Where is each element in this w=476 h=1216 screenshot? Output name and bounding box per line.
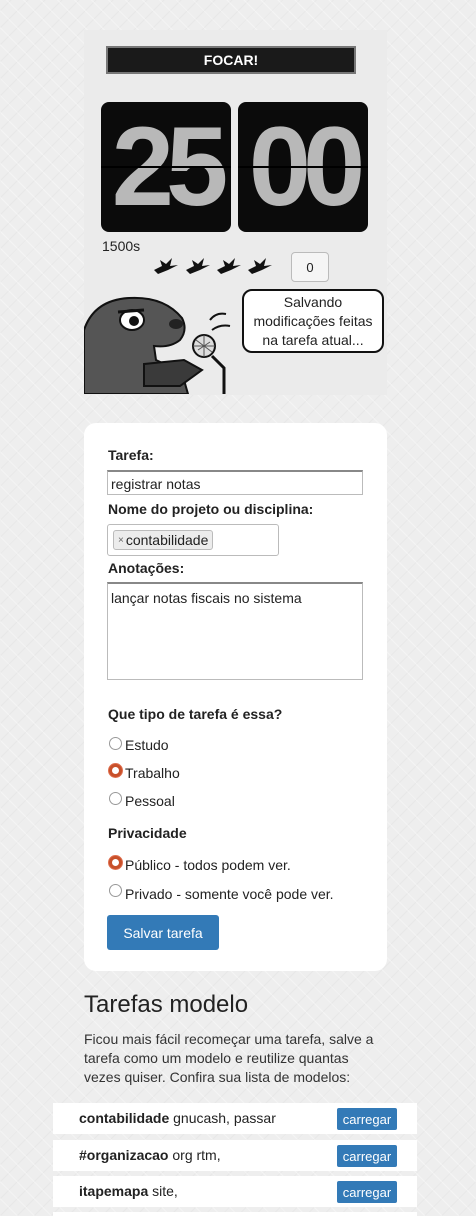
load-template-button[interactable]: carregar xyxy=(337,1145,397,1167)
task-type-question: Que tipo de tarefa é essa? xyxy=(108,706,283,722)
timer-minutes: 25 xyxy=(101,102,231,232)
project-label: Nome do projeto ou disciplina: xyxy=(108,501,314,517)
template-tags: gnucash, passar xyxy=(169,1110,276,1126)
radio-label-estudo: Estudo xyxy=(125,737,169,753)
task-label: Tarefa: xyxy=(108,447,154,463)
privacy-label: Privacidade xyxy=(108,825,187,841)
template-text: #organizacao org rtm, xyxy=(79,1147,221,1163)
pomodoro-bird-icon xyxy=(154,258,178,274)
focus-button[interactable]: FOCAR! xyxy=(106,46,356,74)
template-text: contabilidade gnucash, passar xyxy=(79,1110,276,1126)
project-tag[interactable]: × contabilidade xyxy=(113,530,214,550)
radio-privado[interactable] xyxy=(109,884,122,897)
pomodoro-bird-icon xyxy=(217,258,241,274)
project-tag-label: contabilidade xyxy=(125,532,209,548)
pomodoro-bird-icon xyxy=(248,258,272,274)
templates-title: Tarefas modelo xyxy=(84,991,249,1018)
template-tags: org rtm, xyxy=(168,1147,221,1163)
template-row: itapemapa site, carregar xyxy=(53,1176,417,1207)
timer-seconds: 00 xyxy=(238,102,368,232)
radio-label-pessoal: Pessoal xyxy=(125,793,175,809)
radio-publico[interactable] xyxy=(109,856,122,869)
radio-label-trabalho: Trabalho xyxy=(125,765,180,781)
radio-label-publico: Público - todos podem ver. xyxy=(125,857,291,873)
template-row xyxy=(53,1212,417,1216)
template-name: itapemapa xyxy=(79,1183,149,1199)
template-row: contabilidade gnucash, passar carregar xyxy=(53,1103,417,1134)
load-template-button[interactable]: carregar xyxy=(337,1181,397,1203)
template-text: itapemapa site, xyxy=(79,1183,178,1199)
pomodoro-bird-icon xyxy=(186,258,210,274)
radio-label-privado: Privado - somente você pode ver. xyxy=(125,886,334,902)
template-tags: site, xyxy=(148,1183,178,1199)
tag-remove-icon[interactable]: × xyxy=(118,535,124,546)
radio-estudo[interactable] xyxy=(109,737,122,750)
radio-pessoal[interactable] xyxy=(109,792,122,805)
seconds-remaining-label: 1500s xyxy=(102,238,141,254)
radio-trabalho[interactable] xyxy=(109,764,122,777)
notes-label: Anotações: xyxy=(108,560,185,576)
templates-description: Ficou mais fácil recomeçar uma tarefa, s… xyxy=(84,1031,374,1085)
load-template-button[interactable]: carregar xyxy=(337,1108,397,1130)
template-name: contabilidade xyxy=(79,1110,170,1126)
template-row: #organizacao org rtm, carregar xyxy=(53,1140,417,1171)
template-name: #organizacao xyxy=(79,1147,169,1163)
task-input[interactable]: registrar notas xyxy=(107,470,363,495)
pomodoro-counter-button[interactable]: 0 xyxy=(291,252,329,282)
speech-bubble: Salvando modificações feitas na tarefa a… xyxy=(242,289,384,353)
mascot-mole-icon xyxy=(84,296,231,394)
save-task-button[interactable]: Salvar tarefa xyxy=(107,915,219,950)
notes-textarea[interactable]: lançar notas fiscais no sistema xyxy=(107,582,363,680)
